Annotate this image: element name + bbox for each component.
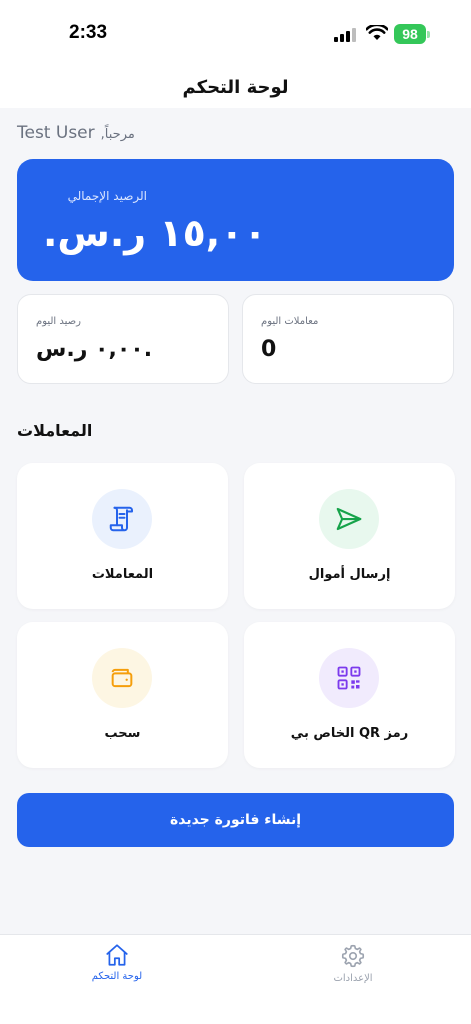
today-balance-label: رصيد اليوم	[36, 316, 81, 327]
tab-dashboard-label: لوحة التحكم	[91, 971, 143, 982]
greeting: Test User مرحباً,	[17, 123, 135, 143]
my-qr-code-label: رمز QR الخاص بي	[290, 726, 409, 741]
today-balance-value: ٠,٠٠ ر.س.	[36, 337, 153, 362]
wifi-icon	[365, 23, 389, 45]
battery-icon: 98	[394, 24, 426, 44]
tab-settings[interactable]: الإعدادات	[293, 943, 413, 984]
today-transactions-value: 0	[261, 337, 277, 362]
tab-bar: لوحة التحكم الإعدادات	[0, 934, 471, 1024]
tab-dashboard[interactable]: لوحة التحكم	[57, 943, 177, 982]
gear-icon	[341, 944, 365, 968]
battery-tip	[427, 31, 430, 38]
receipt-icon	[92, 489, 152, 549]
status-time: 2:33	[69, 22, 108, 43]
transactions-card[interactable]: المعاملات	[17, 463, 228, 609]
withdraw-card[interactable]: سحب	[17, 622, 228, 768]
greeting-hello: مرحباً,	[100, 127, 135, 142]
nav-header: لوحة التحكم	[0, 66, 471, 108]
today-transactions-card: معاملات اليوم 0	[242, 294, 454, 384]
qr-code-icon	[319, 648, 379, 708]
tab-settings-label: الإعدادات	[333, 973, 373, 984]
balance-card: الرصيد الإجمالي ١٥,٠٠ ر.س.	[17, 159, 454, 281]
send-money-card[interactable]: إرسال أموال	[244, 463, 455, 609]
greeting-user: Test User	[17, 123, 95, 143]
home-icon	[106, 944, 128, 966]
transactions-label: المعاملات	[91, 567, 154, 582]
section-title: المعاملات	[17, 421, 93, 440]
balance-label: الرصيد الإجمالي	[67, 189, 147, 203]
send-money-label: إرسال أموال	[308, 567, 391, 582]
create-invoice-button[interactable]: إنشاء فاتورة جديدة	[17, 793, 454, 847]
page-title: لوحة التحكم	[182, 76, 289, 98]
today-transactions-label: معاملات اليوم	[261, 316, 319, 327]
send-icon	[319, 489, 379, 549]
status-bar: 2:33 98	[0, 0, 471, 66]
signal-icon	[334, 27, 356, 46]
today-balance-card: رصيد اليوم ٠,٠٠ ر.س.	[17, 294, 229, 384]
balance-amount: ١٥,٠٠ ر.س.	[43, 211, 267, 255]
withdraw-label: سحب	[104, 726, 141, 741]
wallet-icon	[92, 648, 152, 708]
my-qr-code-card[interactable]: رمز QR الخاص بي	[244, 622, 455, 768]
